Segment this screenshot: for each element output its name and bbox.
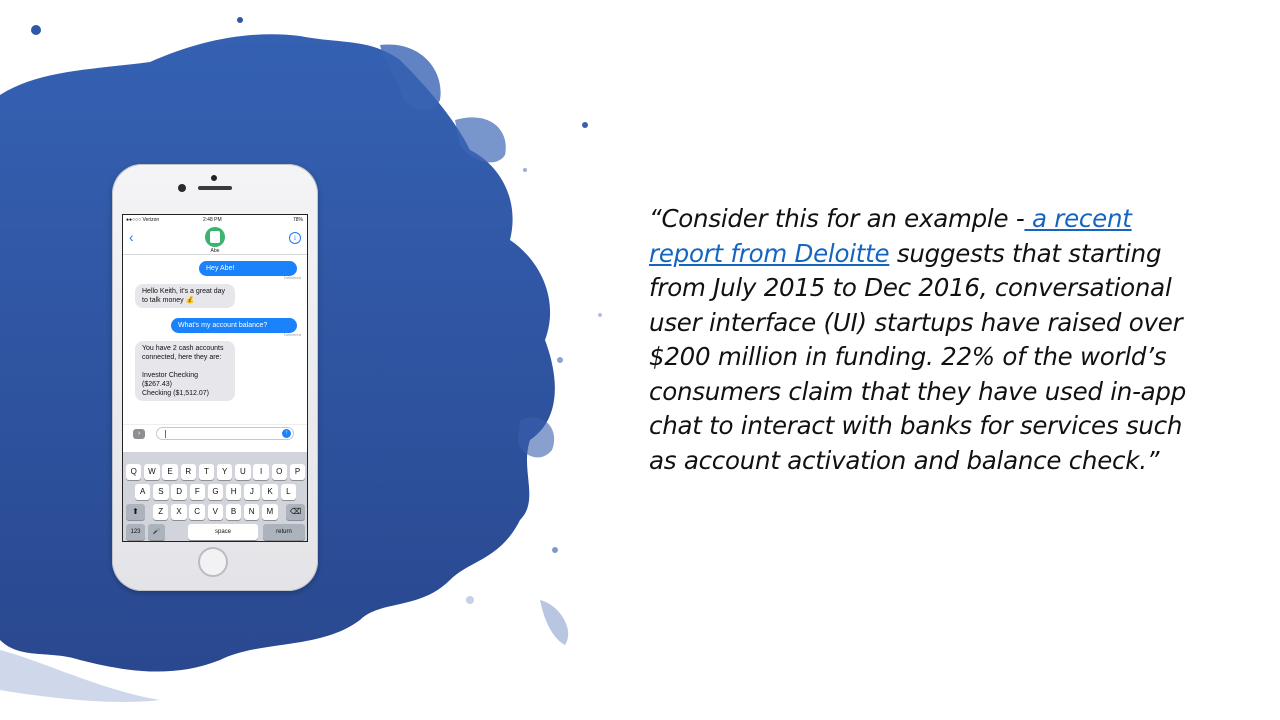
key-o[interactable]: O [271,464,287,480]
key-e[interactable]: E [162,464,178,480]
key-x[interactable]: X [171,504,187,520]
text-cursor [165,430,166,438]
message-bubble-received: Hello Keith, it's a great day to talk mo… [135,284,235,308]
message-bubble-sent: Hey Abe! [199,261,297,276]
key-c[interactable]: C [189,504,205,520]
key-d[interactable]: D [171,484,187,500]
send-arrow-icon[interactable]: ↑ [282,429,291,438]
space-key[interactable]: space [188,524,258,540]
key-q[interactable]: Q [126,464,142,480]
app-drawer-button[interactable]: › [133,429,145,439]
quote-text-block: “Consider this for an example - a recent… [649,202,1209,478]
key-r[interactable]: R [180,464,196,480]
onscreen-keyboard: ⬆ ⌫ 123 🎤 space return QWERTYUIOP ASDFGHJ… [123,452,307,541]
numbers-key[interactable]: 123 [126,524,145,540]
info-icon[interactable]: i [289,232,301,244]
key-t[interactable]: T [198,464,215,480]
back-chevron-icon[interactable]: ‹ [129,230,134,244]
key-s[interactable]: S [153,484,169,500]
key-u[interactable]: U [235,464,251,480]
key-a[interactable]: A [135,484,151,500]
avatar[interactable] [205,227,225,247]
front-camera [178,184,186,192]
delete-key[interactable]: ⌫ [286,504,305,520]
phone-screen: ●●○○○ Verizon 2:48 PM 78% ‹ Abe i Hey Ab… [122,214,308,542]
status-bar: ●●○○○ Verizon 2:48 PM 78% [123,215,307,224]
shift-key[interactable]: ⬆ [126,504,145,520]
delivered-label: Delivered [284,275,301,280]
key-n[interactable]: N [244,504,260,520]
phone-mockup: ●●○○○ Verizon 2:48 PM 78% ‹ Abe i Hey Ab… [112,164,318,591]
home-button[interactable] [198,547,228,577]
key-g[interactable]: G [207,484,224,500]
key-z[interactable]: Z [153,504,169,520]
message-bubble-received: You have 2 cash accounts connected, here… [135,341,235,401]
phone-sensor [211,175,217,181]
key-m[interactable]: M [262,504,278,520]
key-i[interactable]: I [253,464,269,480]
contact-name: Abe [210,248,220,254]
key-j[interactable]: J [244,484,260,500]
carrier-label: ●●○○○ Verizon [126,217,160,223]
message-input-bar: › ↑ [123,424,307,443]
key-p[interactable]: P [289,464,306,480]
battery-level: 78% [292,217,303,223]
slide: ●●○○○ Verizon 2:48 PM 78% ‹ Abe i Hey Ab… [0,0,1280,720]
quote-text-body: suggests that starting from July 2015 to… [649,238,1187,475]
quote-text-intro: “Consider this for an example - [649,204,1025,233]
key-y[interactable]: Y [217,464,233,480]
key-f[interactable]: F [189,484,205,500]
message-input[interactable]: ↑ [156,427,294,440]
earpiece-speaker [198,186,232,190]
key-w[interactable]: W [144,464,160,480]
message-bubble-sent: What's my account balance? [171,318,297,333]
delivered-label: Delivered [284,332,301,337]
return-key[interactable]: return [263,524,305,540]
key-k[interactable]: K [262,484,278,500]
message-thread: Hey Abe! Delivered Hello Keith, it's a g… [123,255,307,424]
key-l[interactable]: L [280,484,296,500]
microphone-icon[interactable]: 🎤 [148,524,165,540]
paint-splash-background [0,17,602,702]
conversation-header: ‹ Abe i [123,224,307,255]
bot-logo-icon [210,231,220,243]
key-b[interactable]: B [225,504,242,520]
status-time: 2:48 PM [203,217,222,223]
key-v[interactable]: V [207,504,223,520]
key-h[interactable]: H [226,484,242,500]
